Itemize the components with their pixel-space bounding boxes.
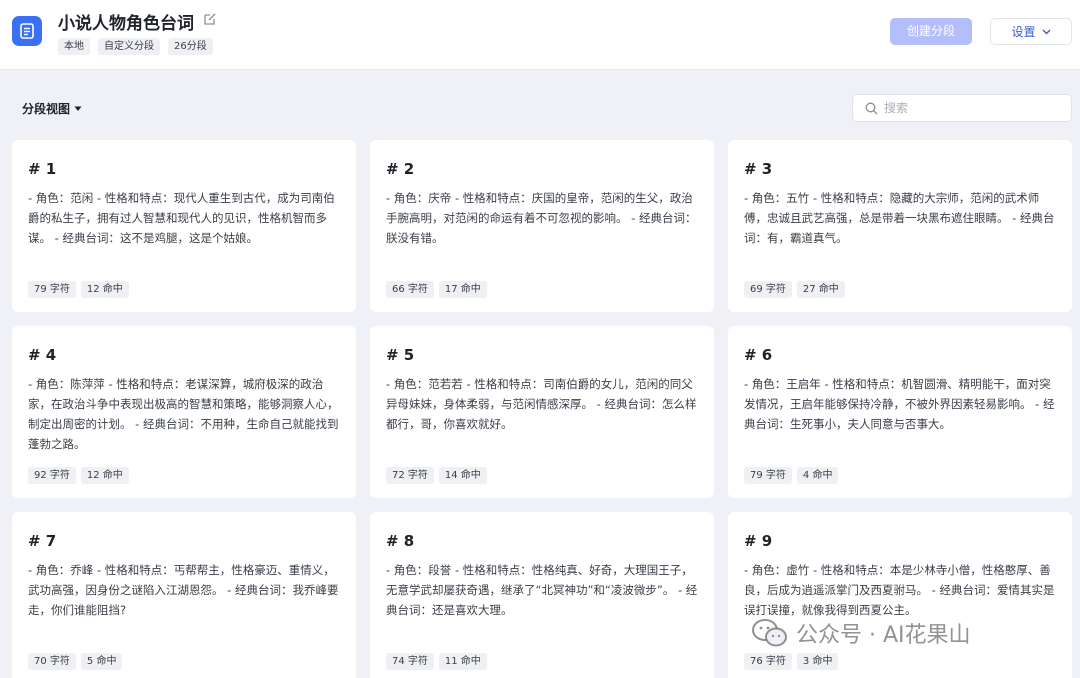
hit-count-badge: 5 命中 (80, 653, 123, 670)
segment-meta: 66 字符 17 命中 (386, 281, 487, 298)
segment-meta: 92 字符 12 命中 (28, 467, 129, 484)
segment-content: - 角色：乔峰 - 性格和特点：丐帮帮主，性格豪迈、重情义，武功高强，因身份之谜… (28, 563, 339, 617)
search-box[interactable] (852, 94, 1072, 122)
document-icon (12, 16, 42, 46)
segment-content: - 角色：五竹 - 性格和特点：隐藏的大宗师，范闲的武术师傅，忠诚且武艺高强，总… (744, 191, 1055, 245)
hit-count-badge: 12 命中 (80, 281, 129, 298)
dataset-tags: 本地 自定义分段 26分段 (58, 38, 213, 55)
segment-card[interactable]: # 7 - 角色：乔峰 - 性格和特点：丐帮帮主，性格豪迈、重情义，武功高强，因… (12, 512, 356, 678)
char-count-badge: 76 字符 (744, 653, 792, 670)
caret-down-icon (74, 106, 82, 111)
segment-card[interactable]: # 2 - 角色：庆帝 - 性格和特点：庆国的皇帝，范闲的生父，政治手腕高明，对… (370, 140, 714, 312)
segment-content: - 角色：范若若 - 性格和特点：司南伯爵的女儿，范闲的同父异母妹妹，身体柔弱，… (386, 377, 697, 431)
segment-content: - 角色：范闲 - 性格和特点：现代人重生到古代，成为司南伯爵的私生子，拥有过人… (28, 191, 335, 245)
segment-meta: 79 字符 4 命中 (744, 467, 839, 484)
segment-number: # 2 (386, 160, 415, 178)
segment-content: - 角色：庆帝 - 性格和特点：庆国的皇帝，范闲的生父，政治手腕高明，对范闲的命… (386, 191, 697, 245)
segment-card[interactable]: # 3 - 角色：五竹 - 性格和特点：隐藏的大宗师，范闲的武术师傅，忠诚且武艺… (728, 140, 1072, 312)
wechat-icon (752, 619, 787, 647)
hit-count-badge: 14 命中 (438, 467, 487, 484)
segment-number: # 1 (28, 160, 57, 178)
create-segment-button[interactable]: 创建分段 (890, 18, 972, 45)
segment-number: # 7 (28, 532, 57, 550)
segment-card[interactable]: # 9 - 角色：虚竹 - 性格和特点：本是少林寺小僧，性格憨厚、善良，后成为逍… (728, 512, 1072, 678)
char-count-badge: 79 字符 (744, 467, 792, 484)
char-count-badge: 79 字符 (28, 281, 76, 298)
tag-storage: 本地 (58, 38, 90, 55)
segment-number: # 3 (744, 160, 773, 178)
segment-card[interactable]: # 6 - 角色：王启年 - 性格和特点：机智圆滑、精明能干，面对突发情况，王启… (728, 326, 1072, 498)
page-title: 小说人物角色台词 (58, 14, 194, 34)
segment-number: # 8 (386, 532, 415, 550)
tag-segment-count: 26分段 (168, 38, 213, 55)
tag-segment-mode: 自定义分段 (98, 38, 160, 55)
watermark: 公众号 · AI花果山 (752, 617, 971, 649)
char-count-badge: 70 字符 (28, 653, 76, 670)
segment-card[interactable]: # 4 - 角色：陈萍萍 - 性格和特点：老谋深算，城府极深的政治家，在政治斗争… (12, 326, 356, 498)
settings-label: 设置 (1011, 25, 1036, 39)
char-count-badge: 72 字符 (386, 467, 434, 484)
view-mode-dropdown[interactable]: 分段视图 (22, 100, 82, 117)
segment-meta: 69 字符 27 命中 (744, 281, 845, 298)
segment-grid: # 1 - 角色：范闲 - 性格和特点：现代人重生到古代，成为司南伯爵的私生子，… (12, 140, 1072, 678)
segment-content: - 角色：陈萍萍 - 性格和特点：老谋深算，城府极深的政治家，在政治斗争中表现出… (28, 377, 339, 451)
segment-number: # 4 (28, 346, 57, 364)
segment-content: - 角色：虚竹 - 性格和特点：本是少林寺小僧，性格憨厚、善良，后成为逍遥派掌门… (744, 563, 1055, 617)
char-count-badge: 74 字符 (386, 653, 434, 670)
segment-meta: 79 字符 12 命中 (28, 281, 129, 298)
view-mode-label: 分段视图 (22, 102, 71, 116)
segment-card[interactable]: # 8 - 角色：段誉 - 性格和特点：性格纯真、好奇，大理国王子，无意学武却屡… (370, 512, 714, 678)
segment-number: # 5 (386, 346, 415, 364)
hit-count-badge: 4 命中 (796, 467, 839, 484)
segment-card[interactable]: # 1 - 角色：范闲 - 性格和特点：现代人重生到古代，成为司南伯爵的私生子，… (12, 140, 356, 312)
char-count-badge: 69 字符 (744, 281, 792, 298)
hit-count-badge: 11 命中 (438, 653, 487, 670)
segment-number: # 6 (744, 346, 773, 364)
hit-count-badge: 27 命中 (796, 281, 845, 298)
segment-content: - 角色：段誉 - 性格和特点：性格纯真、好奇，大理国王子，无意学武却屡获奇遇，… (386, 563, 698, 617)
hit-count-badge: 3 命中 (796, 653, 839, 670)
segment-meta: 76 字符 3 命中 (744, 653, 839, 670)
page-header: 小说人物角色台词 本地 自定义分段 26分段 创建分段 设置 (0, 0, 1080, 70)
segment-number: # 9 (744, 532, 773, 550)
segment-meta: 74 字符 11 命中 (386, 653, 487, 670)
settings-button[interactable]: 设置 (990, 18, 1072, 45)
segment-meta: 70 字符 5 命中 (28, 653, 123, 670)
char-count-badge: 66 字符 (386, 281, 434, 298)
chevron-down-icon (1042, 29, 1050, 34)
edit-icon[interactable] (203, 12, 217, 26)
watermark-text: 公众号 · AI花果山 (796, 623, 971, 648)
search-input[interactable] (884, 101, 1064, 115)
segment-content: - 角色：王启年 - 性格和特点：机智圆滑、精明能干，面对突发情况，王启年能够保… (744, 377, 1055, 431)
segment-meta: 72 字符 14 命中 (386, 467, 487, 484)
char-count-badge: 92 字符 (28, 467, 76, 484)
search-icon (865, 102, 878, 114)
segment-card[interactable]: # 5 - 角色：范若若 - 性格和特点：司南伯爵的女儿，范闲的同父异母妹妹，身… (370, 326, 714, 498)
hit-count-badge: 12 命中 (80, 467, 129, 484)
hit-count-badge: 17 命中 (438, 281, 487, 298)
